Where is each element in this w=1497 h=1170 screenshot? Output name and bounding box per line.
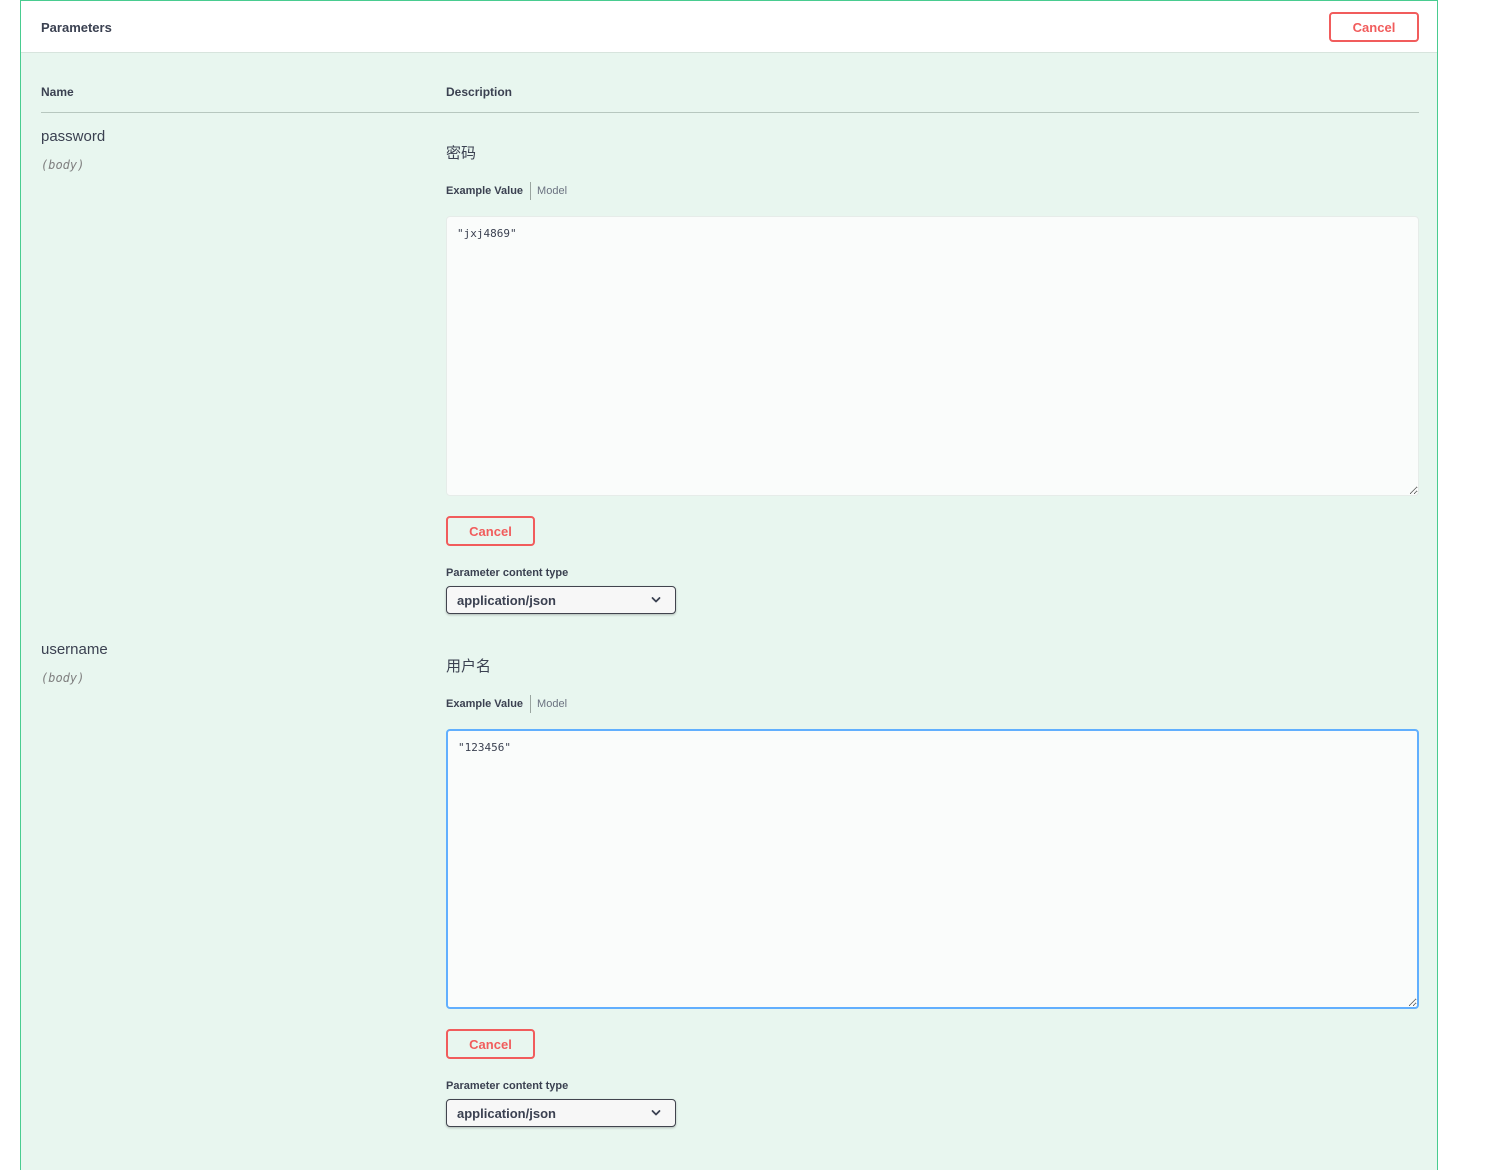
chevron-down-icon — [651, 597, 661, 603]
content-type-label: Parameter content type — [446, 1080, 569, 1092]
parameter-name: password — [41, 128, 106, 145]
section-title: Parameters — [41, 20, 112, 35]
parameter-description: 密码 — [446, 145, 477, 162]
tab-model[interactable]: Model — [531, 185, 567, 197]
content-type-select[interactable]: application/json — [446, 1099, 676, 1127]
try-out-cancel-button[interactable]: Cancel — [1329, 12, 1419, 42]
operation-block: Parameters Cancel Name Description passw… — [20, 0, 1438, 1170]
tab-example-value[interactable]: Example Value — [446, 185, 530, 197]
example-model-tabs: Example Value Model — [446, 695, 567, 713]
param-cancel-button[interactable]: Cancel — [446, 1029, 535, 1059]
body-param-textarea[interactable] — [446, 216, 1419, 496]
parameters-section-header: Parameters Cancel — [21, 1, 1437, 53]
content-type-value: application/json — [457, 1105, 556, 1121]
header-divider — [41, 112, 1419, 113]
content-type-label: Parameter content type — [446, 567, 569, 579]
chevron-down-icon — [651, 1110, 661, 1116]
tab-example-value[interactable]: Example Value — [446, 698, 530, 710]
body-param-textarea[interactable] — [446, 729, 1419, 1009]
column-header-description: Description — [446, 85, 513, 99]
content-type-value: application/json — [457, 592, 556, 608]
parameter-name: username — [41, 641, 108, 658]
param-cancel-button[interactable]: Cancel — [446, 516, 535, 546]
parameter-location: (body) — [41, 671, 85, 685]
parameter-location: (body) — [41, 158, 85, 172]
column-header-name: Name — [41, 85, 74, 99]
content-type-select[interactable]: application/json — [446, 586, 676, 614]
parameter-description: 用户名 — [446, 658, 492, 675]
example-model-tabs: Example Value Model — [446, 182, 567, 200]
tab-model[interactable]: Model — [531, 698, 567, 710]
